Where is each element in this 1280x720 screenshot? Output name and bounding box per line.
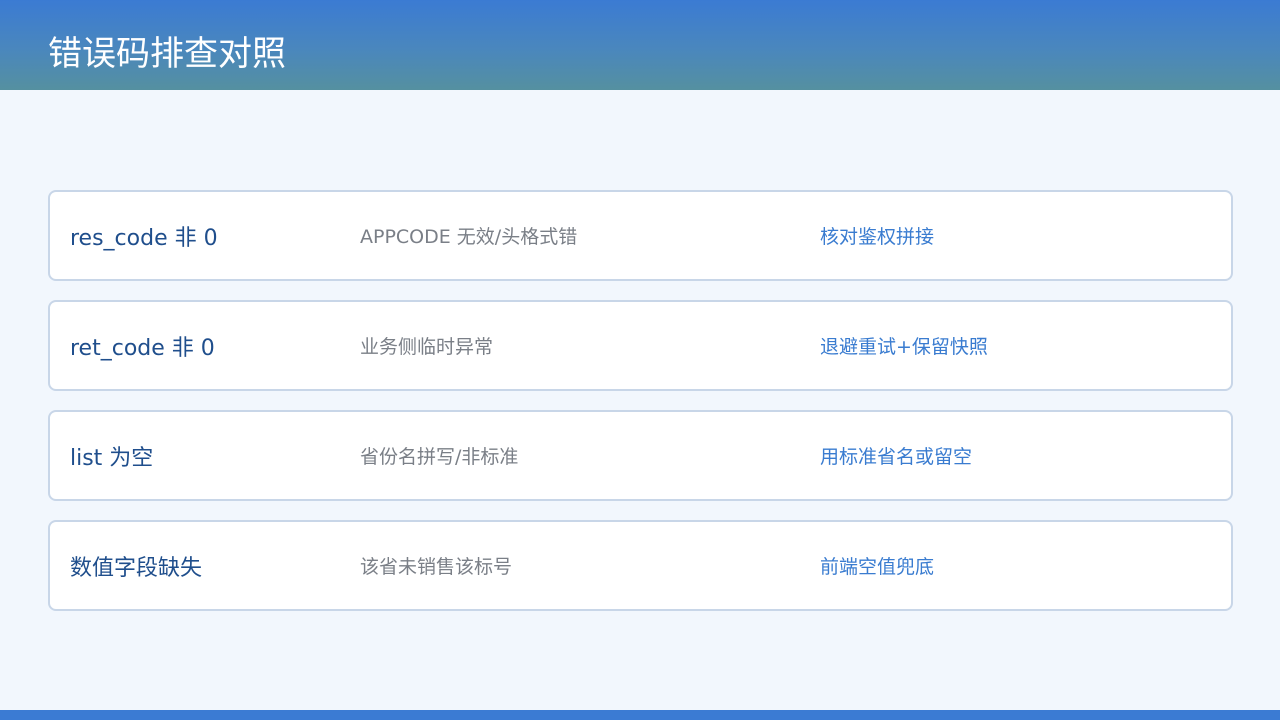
error-code: list 为空 bbox=[70, 445, 154, 471]
error-code: res_code 非 0 bbox=[70, 225, 218, 251]
error-cause: 该省未销售该标号 bbox=[360, 556, 513, 578]
table-row: list 为空 省份名拼写/非标准 用标准省名或留空 bbox=[48, 410, 1233, 501]
page-title: 错误码排查对照 bbox=[48, 34, 286, 74]
error-code-table: res_code 非 0 APPCODE 无效/头格式错 核对鉴权拼接 ret_… bbox=[48, 190, 1233, 630]
table-row: res_code 非 0 APPCODE 无效/头格式错 核对鉴权拼接 bbox=[48, 190, 1233, 281]
error-action: 核对鉴权拼接 bbox=[820, 226, 935, 248]
table-row: ret_code 非 0 业务侧临时异常 退避重试+保留快照 bbox=[48, 300, 1233, 391]
error-cause: 省份名拼写/非标准 bbox=[360, 446, 519, 468]
error-action: 用标准省名或留空 bbox=[820, 446, 973, 468]
error-cause: APPCODE 无效/头格式错 bbox=[360, 226, 578, 248]
footer-bar bbox=[0, 710, 1280, 720]
table-row: 数值字段缺失 该省未销售该标号 前端空值兜底 bbox=[48, 520, 1233, 611]
error-code: ret_code 非 0 bbox=[70, 335, 215, 361]
error-action: 退避重试+保留快照 bbox=[820, 336, 988, 358]
error-code: 数值字段缺失 bbox=[70, 555, 203, 581]
error-action: 前端空值兜底 bbox=[820, 556, 935, 578]
header-bar: 错误码排查对照 bbox=[0, 0, 1280, 90]
slide: 错误码排查对照 res_code 非 0 APPCODE 无效/头格式错 核对鉴… bbox=[0, 0, 1280, 720]
error-cause: 业务侧临时异常 bbox=[360, 336, 494, 358]
